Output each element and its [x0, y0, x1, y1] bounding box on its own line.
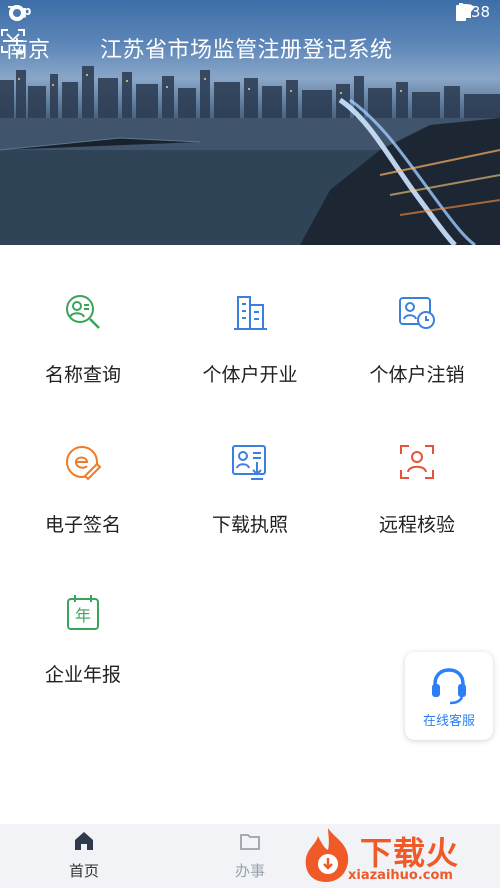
menu-business-open[interactable]: 个体户开业	[167, 260, 333, 400]
menu-label: 名称查询	[44, 364, 121, 386]
license-download-icon	[232, 445, 266, 480]
watermark-url: xiazaihuo.com	[348, 868, 453, 883]
menu-label: 下载执照	[211, 514, 288, 536]
headset-icon	[432, 668, 466, 705]
page-title: 江苏省市场监管注册登记系统	[100, 38, 393, 63]
battery-icon	[456, 3, 467, 21]
tab-home-label: 首页	[68, 862, 99, 880]
menu-e-sign[interactable]: 电子签名	[0, 410, 166, 550]
online-service-label: 在线客服	[422, 714, 475, 729]
watermark: 下载火 xiazaihuo.com	[296, 822, 496, 888]
folder-icon	[240, 834, 260, 850]
app-bar: 南京 江苏省市场监管注册登记系统	[0, 28, 500, 66]
calendar-year-icon: 年	[67, 595, 99, 630]
menu-label: 个体户开业	[202, 364, 298, 386]
person-clock-icon	[399, 297, 435, 329]
menu-label: 电子签名	[44, 514, 121, 536]
menu-annual-report[interactable]: 年 企业年报	[0, 560, 166, 700]
menu-label: 个体户注销	[369, 364, 465, 386]
name-search-icon	[66, 295, 100, 329]
tab-tasks-label: 办事	[234, 862, 265, 880]
notification-icon-2	[9, 5, 25, 21]
tab-tasks[interactable]: 办事	[210, 830, 290, 881]
menu-label: 远程核验	[378, 514, 455, 536]
tab-home[interactable]: 首页	[44, 830, 124, 881]
menu-name-search[interactable]: 名称查询	[0, 260, 166, 400]
scan-icon[interactable]	[0, 28, 26, 54]
face-verify-icon	[400, 445, 434, 479]
menu-business-cancel[interactable]: 个体户注销	[334, 260, 500, 400]
e-sign-icon	[66, 446, 102, 481]
home-icon	[75, 832, 93, 850]
menu-remote-verify[interactable]: 远程核验	[334, 410, 500, 550]
hero-banner: Tap 7:38 南京 江苏省市场监管注册登记系统	[0, 0, 500, 245]
calendar-year-text: 年	[75, 606, 91, 625]
online-service-button[interactable]: 在线客服	[405, 652, 493, 740]
status-bar: Tap 7:38	[0, 0, 500, 26]
menu-label: 企业年报	[44, 664, 121, 686]
menu-download-license[interactable]: 下载执照	[167, 410, 333, 550]
building-icon	[234, 296, 267, 330]
